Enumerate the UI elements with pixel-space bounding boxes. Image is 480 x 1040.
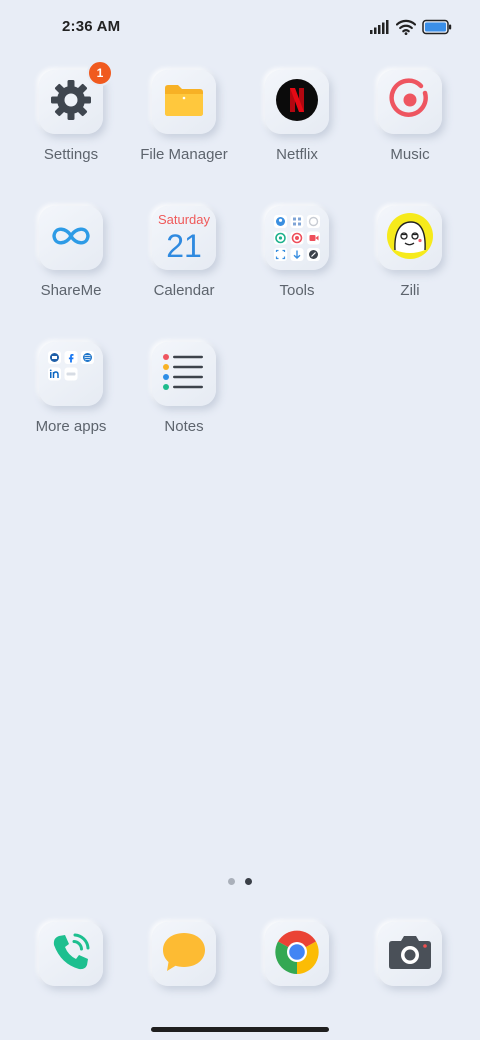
tools-folder-icon[interactable] [265,206,329,270]
signal-icon [370,20,390,39]
app-folder-icon[interactable] [39,342,103,406]
app-zili[interactable]: Zili [354,206,466,299]
zili-tile[interactable] [378,206,442,270]
app-label: Music [390,146,430,163]
shareme-tile[interactable] [39,206,103,270]
settings-tile[interactable]: 1 [39,60,113,134]
chrome-icon [274,929,320,980]
dock-phone[interactable] [15,922,127,986]
calendar-date: 21 [166,228,202,264]
app-label: Tools [279,282,315,299]
file-manager-tile[interactable] [152,70,216,134]
tools-folder-grid [274,215,320,261]
app-settings[interactable]: 1 Settings [15,60,127,163]
status-icons [370,19,452,40]
app-label: Calendar [153,282,215,299]
phone-icon [49,930,93,979]
music-tile[interactable] [378,70,442,134]
phone-tile[interactable] [39,922,103,986]
folder-icon [162,80,206,125]
app-label: Zili [400,282,420,299]
more-apps-folder-grid [48,351,94,381]
music-icon [388,77,432,127]
message-icon [161,930,207,979]
app-netflix[interactable]: Netflix [241,70,353,163]
dock-camera[interactable] [354,922,466,986]
status-bar: 2:36 AM [0,0,480,56]
netflix-tile[interactable] [265,70,329,134]
notes-icon [161,349,207,400]
home-indicator[interactable] [151,1027,329,1032]
app-tools[interactable]: Tools [241,206,353,299]
battery-icon [422,19,452,40]
dock-messages[interactable] [128,922,240,986]
page-indicator [228,878,252,885]
app-music[interactable]: Music [354,70,466,163]
status-time: 2:36 AM [62,18,121,35]
app-label: More apps [35,418,107,435]
app-calendar[interactable]: Saturday 21 Calendar [128,206,240,299]
app-label: Netflix [276,146,318,163]
infinity-icon [49,222,93,255]
messages-tile[interactable] [152,922,216,986]
camera-icon [387,932,433,977]
calendar-icon[interactable]: Saturday 21 [152,206,216,270]
page-dot-1[interactable] [228,878,235,885]
netflix-icon [275,78,319,127]
app-label: ShareMe [40,282,102,299]
notification-badge: 1 [87,60,113,86]
camera-tile[interactable] [378,922,442,986]
chrome-tile[interactable] [265,922,329,986]
page-dot-2-active[interactable] [245,878,252,885]
app-shareme[interactable]: ShareMe [15,206,127,299]
app-label: File Manager [140,146,228,163]
wifi-icon [395,19,417,40]
notes-tile[interactable] [152,342,216,406]
app-label: Settings [43,146,99,163]
app-notes[interactable]: Notes [128,342,240,435]
calendar-day: Saturday [157,212,211,227]
app-file-manager[interactable]: File Manager [128,70,240,163]
app-more-apps[interactable]: More apps [15,342,127,435]
zili-icon [386,212,434,265]
app-label: Notes [164,418,204,435]
gear-icon [49,78,93,127]
dock-chrome[interactable] [241,922,353,986]
